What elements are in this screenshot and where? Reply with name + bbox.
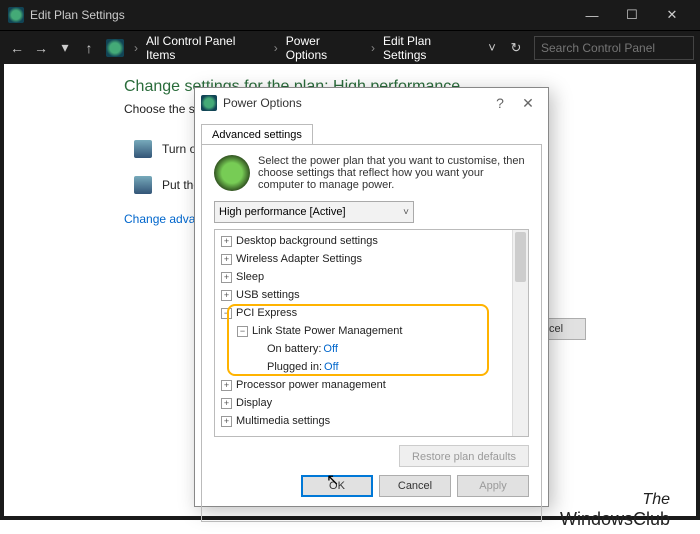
collapse-icon[interactable]: − (237, 326, 248, 337)
breadcrumb: › All Control Panel Items › Power Option… (128, 34, 478, 62)
tab-body: Select the power plan that you want to c… (201, 144, 542, 522)
dialog-blurb: Select the power plan that you want to c… (214, 155, 529, 191)
tree-node-desktop-bg[interactable]: +Desktop background settings (215, 232, 528, 250)
app-icon (8, 7, 24, 23)
power-plan-dropdown[interactable]: High performance [Active] ˅ (214, 201, 414, 223)
help-button[interactable]: ? (486, 95, 514, 111)
settings-tree: +Desktop background settings +Wireless A… (214, 229, 529, 437)
dialog-title-bar: Power Options ? ✕ (195, 88, 548, 118)
expand-icon[interactable]: + (221, 254, 232, 265)
display-icon (134, 140, 152, 158)
breadcrumb-sep: › (134, 41, 138, 55)
restore-defaults-button[interactable]: Restore plan defaults (399, 445, 529, 467)
power-plan-icon (214, 155, 250, 191)
breadcrumb-sep: › (371, 41, 375, 55)
dialog-title: Power Options (223, 96, 486, 110)
breadcrumb-sep: › (274, 41, 278, 55)
value-plugged-in[interactable]: Off (324, 361, 338, 373)
toolbar: ← → ▾ ↑ › All Control Panel Items › Powe… (0, 30, 700, 64)
forward-button[interactable]: → (30, 37, 52, 59)
expand-icon[interactable]: + (221, 272, 232, 283)
expand-icon[interactable]: + (221, 416, 232, 427)
location-icon (106, 39, 124, 57)
sleep-icon (134, 176, 152, 194)
cancel-button[interactable]: Cancel (379, 475, 451, 497)
breadcrumb-dropdown[interactable]: ˅ (482, 40, 502, 55)
up-button[interactable]: ↑ (78, 37, 100, 59)
minimize-button[interactable]: — (572, 1, 612, 29)
tree-node-pci-express[interactable]: −PCI Express (215, 304, 528, 322)
expand-icon[interactable]: + (221, 236, 232, 247)
breadcrumb-item-edit[interactable]: Edit Plan Settings (383, 34, 476, 62)
maximize-button[interactable]: ☐ (612, 1, 652, 29)
dropdown-value: High performance [Active] (219, 206, 346, 218)
watermark-line2: WindowsClub (560, 509, 670, 530)
expand-icon[interactable]: + (221, 290, 232, 301)
chevron-down-icon: ˅ (403, 207, 409, 218)
tree-node-sleep[interactable]: +Sleep (215, 268, 528, 286)
dialog-icon (201, 95, 217, 111)
power-options-dialog: Power Options ? ✕ Advanced settings Sele… (194, 87, 549, 507)
tree-node-display[interactable]: +Display (215, 394, 528, 412)
dialog-button-row: OK Cancel Apply (214, 475, 529, 497)
tree-node-multimedia[interactable]: +Multimedia settings (215, 412, 528, 430)
watermark-line1: The (560, 491, 670, 509)
tree-root: +Desktop background settings +Wireless A… (215, 230, 528, 430)
expand-icon[interactable]: + (221, 398, 232, 409)
breadcrumb-item-all[interactable]: All Control Panel Items (146, 34, 266, 62)
tree-node-processor[interactable]: +Processor power management (215, 376, 528, 394)
title-bar: Edit Plan Settings — ☐ ✕ (0, 0, 700, 30)
tree-leaf-on-battery[interactable]: On battery:Off (215, 340, 528, 358)
tree-node-wireless[interactable]: +Wireless Adapter Settings (215, 250, 528, 268)
watermark: The WindowsClub (560, 491, 670, 530)
breadcrumb-item-power[interactable]: Power Options (286, 34, 363, 62)
restore-row: Restore plan defaults (214, 445, 529, 467)
tree-scrollbar[interactable] (512, 230, 528, 436)
tree-node-usb[interactable]: +USB settings (215, 286, 528, 304)
apply-button[interactable]: Apply (457, 475, 529, 497)
close-button[interactable]: ✕ (652, 1, 692, 29)
collapse-icon[interactable]: − (221, 308, 232, 319)
tab-strip: Advanced settings (195, 118, 548, 144)
tree-leaf-plugged-in[interactable]: Plugged in:Off (215, 358, 528, 376)
history-dropdown[interactable]: ▾ (54, 37, 76, 59)
refresh-button[interactable]: ↻ (506, 40, 526, 56)
ok-button[interactable]: OK (301, 475, 373, 497)
back-button[interactable]: ← (6, 37, 28, 59)
window-title: Edit Plan Settings (30, 8, 572, 22)
tab-advanced-settings[interactable]: Advanced settings (201, 124, 313, 145)
search-input[interactable] (534, 36, 694, 60)
dialog-blurb-text: Select the power plan that you want to c… (258, 155, 529, 191)
value-on-battery[interactable]: Off (323, 343, 337, 355)
expand-icon[interactable]: + (221, 380, 232, 391)
dialog-close-button[interactable]: ✕ (514, 95, 542, 112)
tree-node-link-state[interactable]: −Link State Power Management (215, 322, 528, 340)
scrollbar-thumb[interactable] (515, 232, 526, 282)
